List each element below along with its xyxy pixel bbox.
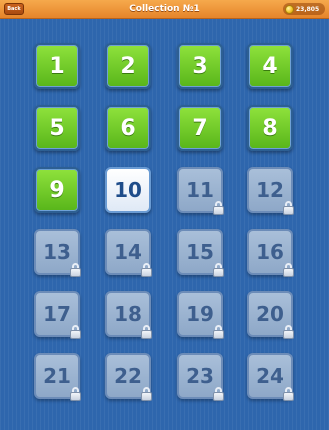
- lock-icon: [282, 387, 295, 401]
- level-number: 4: [262, 53, 278, 79]
- level-number: 20: [256, 302, 284, 326]
- level-6-button[interactable]: 6: [105, 105, 151, 151]
- level-16-button[interactable]: 16: [247, 229, 295, 277]
- level-number: 5: [49, 115, 65, 141]
- level-19-button[interactable]: 19: [177, 291, 225, 339]
- lock-icon: [282, 325, 295, 339]
- level-number: 13: [43, 240, 71, 264]
- lock-icon: [212, 201, 225, 215]
- coin-count: 23,805: [296, 5, 320, 13]
- level-number: 7: [192, 115, 208, 141]
- level-15-button[interactable]: 15: [177, 229, 225, 277]
- coin-counter: 23,805: [283, 3, 325, 15]
- coin-icon: [285, 4, 294, 14]
- level-21-button[interactable]: 21: [34, 353, 82, 401]
- level-2-button[interactable]: 2: [105, 43, 151, 89]
- level-20-button[interactable]: 20: [247, 291, 295, 339]
- level-17-button[interactable]: 17: [34, 291, 82, 339]
- lock-icon: [69, 325, 82, 339]
- level-1-button[interactable]: 1: [34, 43, 80, 89]
- level-9-button[interactable]: 9: [34, 167, 80, 213]
- level-number: 2: [120, 53, 136, 79]
- level-number: 9: [49, 177, 65, 203]
- lock-icon: [282, 201, 295, 215]
- level-number: 6: [120, 115, 136, 141]
- level-5-button[interactable]: 5: [34, 105, 80, 151]
- lock-icon: [140, 325, 153, 339]
- level-number: 22: [114, 364, 142, 388]
- lock-icon: [140, 263, 153, 277]
- top-bar: Back Collection №1 23,805: [0, 0, 329, 19]
- level-number: 3: [192, 53, 208, 79]
- page-title: Collection №1: [129, 4, 200, 14]
- level-7-button[interactable]: 7: [177, 105, 223, 151]
- level-number: 18: [114, 302, 142, 326]
- level-number: 8: [262, 115, 278, 141]
- level-12-button[interactable]: 12: [247, 167, 295, 215]
- level-number: 15: [186, 240, 214, 264]
- level-number: 21: [43, 364, 71, 388]
- level-22-button[interactable]: 22: [105, 353, 153, 401]
- level-number: 10: [114, 178, 142, 202]
- level-3-button[interactable]: 3: [177, 43, 223, 89]
- level-number: 14: [114, 240, 142, 264]
- level-23-button[interactable]: 23: [177, 353, 225, 401]
- level-number: 1: [49, 53, 65, 79]
- level-number: 12: [256, 178, 284, 202]
- level-18-button[interactable]: 18: [105, 291, 153, 339]
- level-number: 23: [186, 364, 214, 388]
- level-24-button[interactable]: 24: [247, 353, 295, 401]
- lock-icon: [282, 263, 295, 277]
- lock-icon: [69, 263, 82, 277]
- level-10-button[interactable]: 10: [105, 167, 151, 213]
- level-11-button[interactable]: 11: [177, 167, 225, 215]
- level-8-button[interactable]: 8: [247, 105, 293, 151]
- level-number: 24: [256, 364, 284, 388]
- level-14-button[interactable]: 14: [105, 229, 153, 277]
- lock-icon: [212, 387, 225, 401]
- back-button[interactable]: Back: [4, 3, 24, 15]
- level-number: 19: [186, 302, 214, 326]
- level-13-button[interactable]: 13: [34, 229, 82, 277]
- lock-icon: [69, 387, 82, 401]
- level-4-button[interactable]: 4: [247, 43, 293, 89]
- level-number: 17: [43, 302, 71, 326]
- lock-icon: [212, 263, 225, 277]
- lock-icon: [140, 387, 153, 401]
- level-number: 11: [186, 178, 214, 202]
- level-number: 16: [256, 240, 284, 264]
- lock-icon: [212, 325, 225, 339]
